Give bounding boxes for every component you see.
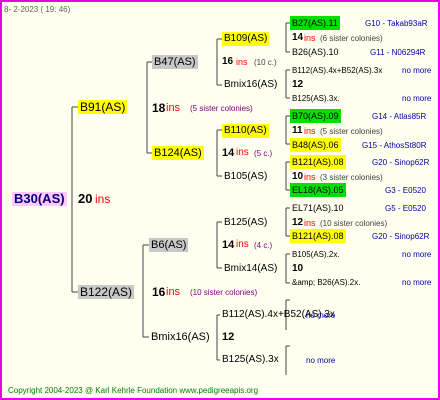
copyright-footer: Copyright 2004-2023 @ Karl Kehrle Founda… bbox=[8, 386, 259, 395]
gen4-count: 12 bbox=[292, 217, 304, 228]
gen1-count: 18 bbox=[152, 101, 166, 115]
gen4-ins: ins bbox=[304, 218, 316, 228]
gen4-ref: G3 - E0520 bbox=[385, 186, 426, 195]
gen2-count: 14 bbox=[222, 239, 235, 251]
gen4-node: EL18(AS).05 bbox=[290, 183, 346, 197]
gen4-sister: (5 sister colonies) bbox=[320, 127, 383, 136]
gen4-ref: G20 - Sinop62R bbox=[372, 232, 430, 241]
gen4-node: B125(AS).3x. bbox=[292, 94, 340, 103]
gen3-sister: (10 c.) bbox=[254, 58, 277, 67]
gen4-ref: no more bbox=[402, 66, 432, 75]
gen2-ins: ins bbox=[236, 147, 249, 158]
gen2-count: 14 bbox=[222, 147, 235, 159]
gen4-ref: G11 - N06294R bbox=[370, 48, 426, 57]
gen4-ins: ins bbox=[304, 172, 316, 182]
gen2-sister: (5 c.) bbox=[254, 149, 273, 158]
gen2-node: B47(AS) bbox=[152, 55, 198, 69]
gen4-node: B121(AS).08 bbox=[290, 155, 346, 169]
gen3-node: B125(AS).3x bbox=[222, 354, 279, 365]
gen2-ins: ins bbox=[236, 239, 249, 250]
gen4-node: B27(AS).11 bbox=[290, 16, 340, 30]
gen2-sister: (4 c.) bbox=[254, 241, 273, 250]
gen4-node: B48(AS).06 bbox=[290, 138, 341, 152]
gen4-count: 12 bbox=[292, 79, 304, 90]
gen3-node: Bmix14(AS) bbox=[224, 263, 278, 274]
gen1-node: B91(AS) bbox=[78, 100, 128, 114]
gen2-node: Bmix16(AS) bbox=[151, 331, 210, 343]
gen4-ref: no more bbox=[402, 94, 432, 103]
gen2-count: 12 bbox=[222, 331, 235, 343]
gen1-sister: (10 sister colonies) bbox=[190, 288, 258, 297]
gen4-node: EL71(AS).10 bbox=[292, 203, 344, 213]
gen3-node: Bmix16(AS) bbox=[224, 79, 278, 90]
gen4-sister: (6 sister colonies) bbox=[320, 34, 383, 43]
gen4-ref: no more bbox=[402, 250, 432, 259]
gen3-node: B110(AS) bbox=[222, 124, 269, 138]
gen4-ins: ins bbox=[304, 126, 316, 136]
gen4-ref: G20 - Sinop62R bbox=[372, 158, 430, 167]
gen4-count: 14 bbox=[292, 32, 304, 43]
gen3-node: B105(AS) bbox=[224, 171, 268, 182]
gen4-count: 11 bbox=[292, 125, 303, 136]
gen1-ins: ins bbox=[166, 286, 181, 298]
gen4-count: 10 bbox=[292, 171, 304, 182]
gen4-ref: no more bbox=[306, 311, 336, 320]
gen4-ins: ins bbox=[304, 33, 316, 43]
gen3-node: B109(AS) bbox=[222, 32, 270, 46]
gen2-node: B6(AS) bbox=[149, 238, 189, 252]
gen4-node: B26(AS).10 bbox=[292, 47, 339, 57]
gen1-ins: ins bbox=[166, 102, 181, 114]
gen1-node: B122(AS) bbox=[78, 285, 135, 299]
gen4-ref: no more bbox=[306, 356, 336, 365]
root-count: 20 bbox=[78, 191, 93, 206]
root-ins: ins bbox=[95, 192, 111, 206]
gen4-node: B112(AS).4x+B52(AS).3x bbox=[292, 66, 383, 75]
gen4-ref: G14 - Atlas85R bbox=[372, 112, 427, 121]
gen4-count: 10 bbox=[292, 263, 304, 274]
gen1-sister: (5 sister colonies) bbox=[190, 104, 253, 113]
gen4-ref: G10 - Takab93aR bbox=[365, 19, 428, 28]
gen2-node: B124(AS) bbox=[152, 146, 204, 160]
gen3-count: 16 bbox=[222, 56, 234, 67]
gen4-node: B121(AS).08 bbox=[290, 229, 346, 243]
gen4-ref: no more bbox=[402, 278, 432, 287]
root-colony: B30(AS) bbox=[12, 191, 67, 206]
gen4-node: B105(AS).2x. bbox=[292, 250, 340, 259]
date-stamp: 8- 2-2023 ( 19: 46) bbox=[4, 5, 71, 14]
gen4-ref: G5 - E0520 bbox=[385, 204, 426, 213]
gen3-ins: ins bbox=[236, 57, 248, 67]
gen1-count: 16 bbox=[152, 285, 166, 299]
gen4-ref: G15 - AthosSt80R bbox=[362, 141, 427, 150]
gen4-node: &amp; B26(AS).2x. bbox=[292, 278, 361, 287]
gen3-node: B125(AS) bbox=[224, 217, 268, 228]
gen4-node: B70(AS).09 bbox=[290, 109, 341, 123]
